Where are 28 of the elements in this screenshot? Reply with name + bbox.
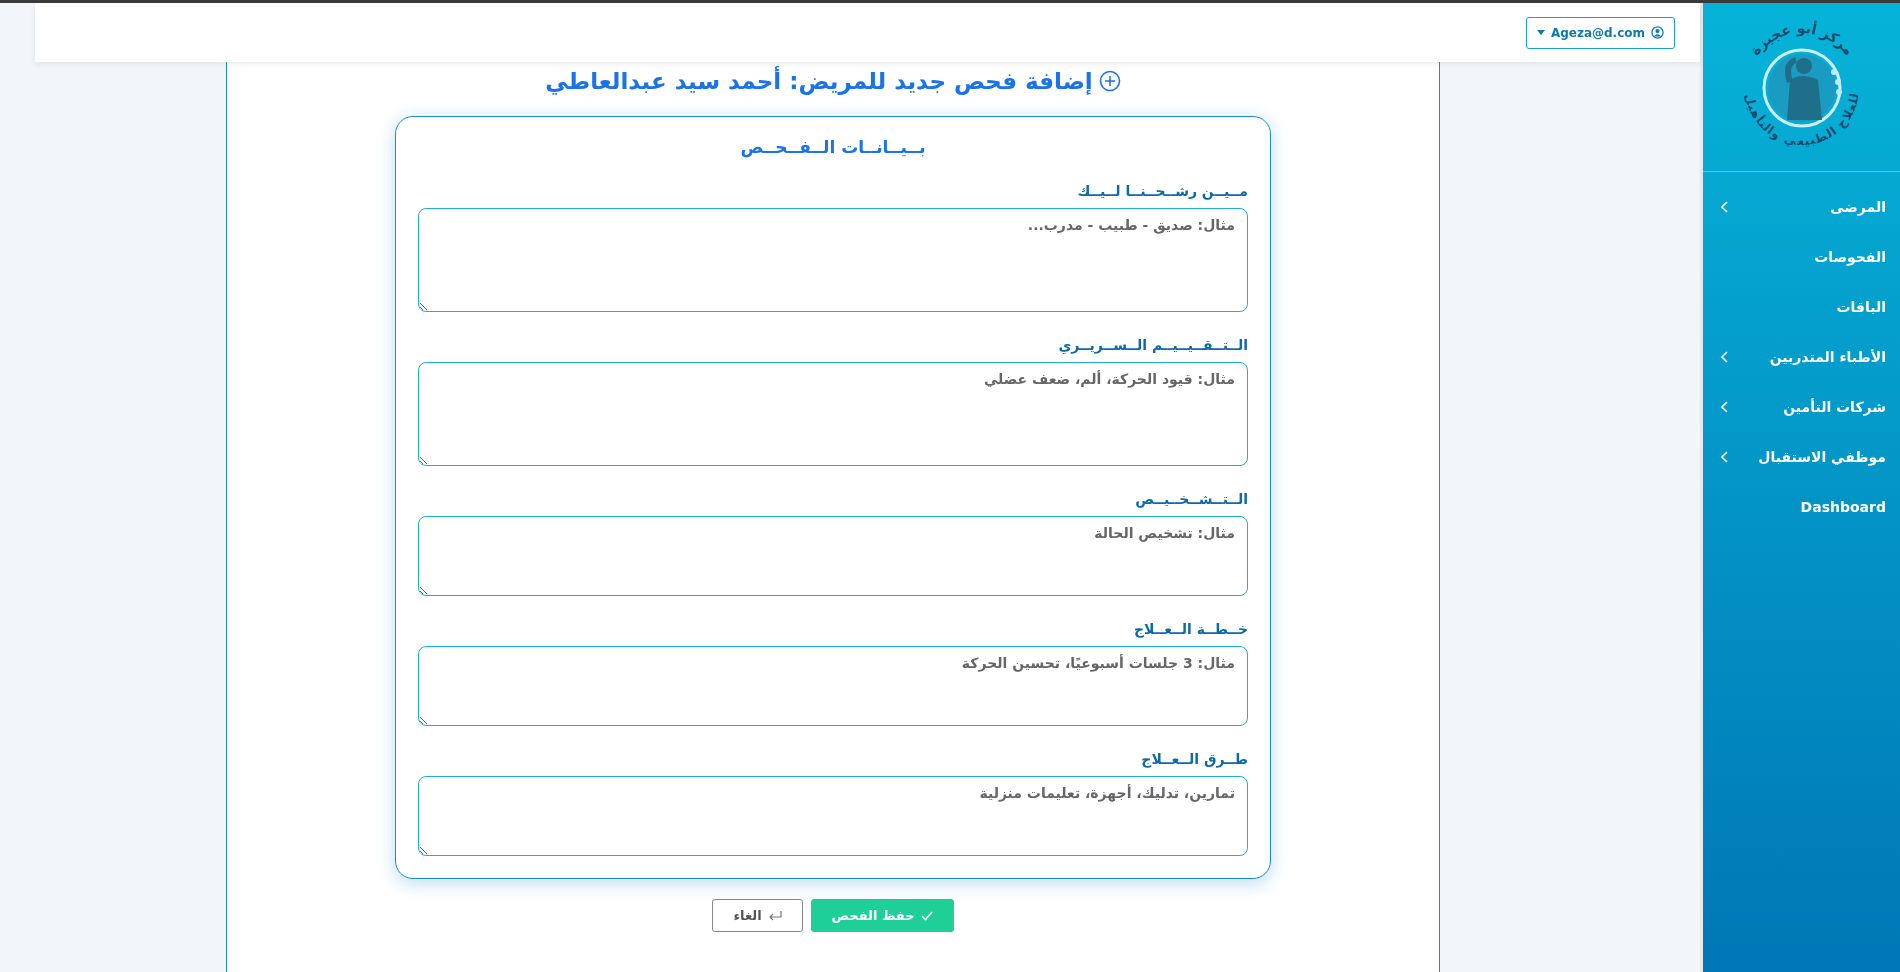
field-label: خــطــة الــعــلاج: [1132, 621, 1248, 637]
sidebar-item[interactable]: موظفي الاستقبال: [1758, 449, 1886, 465]
text-area[interactable]: تمارين، تدليك، أجهزة، تعليمات منزلية: [418, 776, 1248, 856]
sidebar-item[interactable]: المرضى: [1830, 199, 1886, 215]
sidebar-item[interactable]: شركات التأمين: [1783, 399, 1886, 415]
text-area[interactable]: مثال: صديق - طبيب - مدرب...: [418, 208, 1248, 312]
sidebar-item[interactable]: الفحوصات: [1814, 249, 1886, 265]
page-title: إضافة فحص جديد للمريض: أحمد سيد عبدالعاطي: [545, 68, 1093, 94]
text-area[interactable]: مثال: قيود الحركة، ألم، ضعف عضلي: [418, 362, 1248, 466]
return-arrow-icon: [767, 910, 782, 921]
text-area[interactable]: مثال: تشخيص الحالة: [418, 516, 1248, 596]
user-icon: [1651, 26, 1664, 39]
field-label: مــيــن رشــحــنــا لــيــك: [1076, 183, 1248, 199]
check-icon: [920, 910, 933, 921]
field-label: الــتــشــخــيــص: [1134, 491, 1248, 507]
field-label: طــرق الــعــلاج: [1140, 751, 1248, 767]
sidebar-item[interactable]: Dashboard: [1800, 499, 1886, 515]
clinic-logo: مركز أبو عجيزة للعلاج الطبيعي والتأهيل: [1716, 7, 1887, 167]
user-menu-button[interactable]: Ageza@d.com: [1525, 16, 1675, 49]
add-circle-icon: [1098, 70, 1121, 92]
sidebar-item[interactable]: الباقات: [1836, 299, 1886, 315]
cancel-button[interactable]: الغاء: [712, 899, 803, 932]
text-area[interactable]: مثال: 3 جلسات أسبوعيًا، تحسين الحركة: [418, 646, 1248, 726]
sidebar-item[interactable]: الأطباء المتدربين: [1769, 349, 1886, 365]
field-label: الــتــقــيــيــم الــســريــري: [1057, 337, 1248, 353]
save-button[interactable]: حفظ الفحص: [810, 899, 954, 932]
caret-icon: [1536, 30, 1545, 35]
form-title: بــيــانــات الــفــحــص: [739, 137, 927, 157]
